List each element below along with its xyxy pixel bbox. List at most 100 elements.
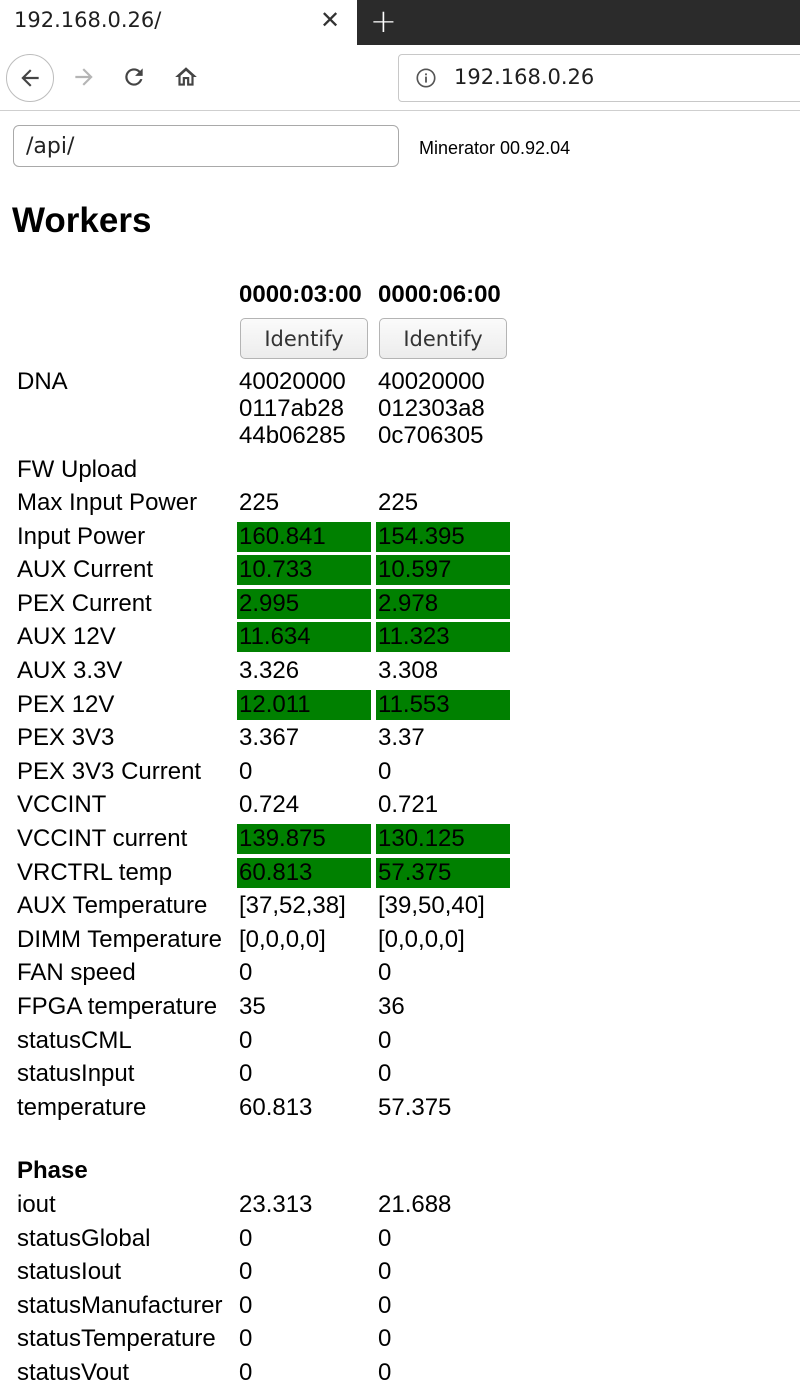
forward-button[interactable] bbox=[66, 59, 102, 95]
metric-value: 10.597 bbox=[376, 555, 510, 586]
dna-value-line: 0c706305 bbox=[378, 422, 484, 449]
metric-value: 2.995 bbox=[237, 588, 371, 619]
metric-value: [39,50,40] bbox=[378, 892, 485, 920]
metric-value: 11.553 bbox=[376, 689, 510, 720]
row-label: AUX Temperature bbox=[17, 892, 208, 920]
metric-value: [37,52,38] bbox=[239, 892, 346, 920]
row-label: AUX 3.3V bbox=[17, 657, 123, 684]
metric-value: 160.841 bbox=[237, 521, 371, 552]
metric-value: 23.313 bbox=[239, 1191, 313, 1218]
reload-icon bbox=[125, 68, 143, 86]
metric-value: 0 bbox=[239, 959, 253, 987]
dna-value-line: 40020000 bbox=[239, 368, 346, 395]
metric-value: 0.724 bbox=[239, 791, 300, 819]
metric-value: 57.375 bbox=[376, 857, 510, 888]
metric-value: 12.011 bbox=[237, 689, 371, 720]
metric-value: 3.326 bbox=[239, 657, 300, 684]
row-label: statusManufacturer bbox=[17, 1291, 223, 1319]
dna-value-line: 0117ab28 bbox=[239, 395, 344, 422]
browser-toolbar: 192.168.0.26 bbox=[0, 45, 800, 111]
metric-value: 0.721 bbox=[378, 791, 439, 819]
new-tab-icon[interactable]: + bbox=[370, 2, 397, 40]
metric-value: 0 bbox=[378, 1060, 392, 1088]
metric-value: 21.688 bbox=[378, 1191, 452, 1218]
tab-title: 192.168.0.26/ bbox=[14, 8, 162, 32]
metric-value: 3.37 bbox=[378, 724, 425, 752]
metric-value: 2.978 bbox=[376, 588, 510, 619]
row-label: statusIout bbox=[17, 1258, 122, 1286]
row-label: statusGlobal bbox=[17, 1224, 151, 1252]
dna-value-line: 40020000 bbox=[378, 368, 485, 395]
row-label: FAN speed bbox=[17, 959, 136, 987]
row-label: VCCINT current bbox=[17, 825, 188, 852]
row-label: PEX 3V3 Current bbox=[17, 757, 202, 785]
metric-value: 225 bbox=[239, 489, 280, 516]
metric-value: 3.308 bbox=[378, 657, 439, 684]
metric-value: 139.875 bbox=[237, 824, 371, 854]
browser-tab[interactable]: 192.168.0.26/ ✕ bbox=[0, 0, 357, 45]
metric-value: 0 bbox=[239, 1359, 253, 1386]
metric-value: 0 bbox=[378, 757, 392, 785]
home-icon bbox=[175, 67, 197, 86]
back-button[interactable] bbox=[6, 54, 54, 102]
metric-value: 0 bbox=[239, 1325, 253, 1353]
metric-value: 3.367 bbox=[239, 724, 300, 752]
info-icon[interactable] bbox=[415, 67, 437, 89]
api-path-input[interactable] bbox=[13, 125, 399, 167]
metric-value: 35 bbox=[239, 993, 266, 1020]
metric-value: 130.125 bbox=[376, 824, 510, 854]
row-label: DIMM Temperature bbox=[17, 925, 222, 953]
identify-button[interactable]: Identify bbox=[240, 318, 368, 359]
metric-value: 154.395 bbox=[376, 521, 510, 552]
dna-value-line: 44b06285 bbox=[239, 422, 346, 449]
metric-value: 11.323 bbox=[376, 622, 510, 653]
page-title: Workers bbox=[12, 201, 152, 240]
row-label: statusInput bbox=[17, 1060, 135, 1088]
metric-value: 60.813 bbox=[237, 857, 371, 888]
metric-value: 0 bbox=[239, 1060, 253, 1088]
metric-value: 0 bbox=[239, 1291, 253, 1319]
metric-value: 0 bbox=[378, 1291, 392, 1319]
address-url: 192.168.0.26 bbox=[454, 65, 595, 89]
metric-value: 0 bbox=[239, 1224, 253, 1252]
close-tab-icon[interactable]: ✕ bbox=[318, 6, 342, 34]
row-label: statusTemperature bbox=[17, 1325, 216, 1353]
row-label: PEX 3V3 bbox=[17, 724, 115, 752]
forward-arrow-icon bbox=[75, 68, 93, 86]
metric-value: 57.375 bbox=[378, 1093, 452, 1121]
metric-value: 60.813 bbox=[239, 1093, 313, 1121]
row-label: DNA bbox=[17, 368, 68, 395]
row-label: temperature bbox=[17, 1093, 147, 1121]
metric-value: 0 bbox=[239, 1258, 253, 1286]
metric-value: 0 bbox=[378, 1224, 392, 1252]
metric-value: 10.733 bbox=[237, 555, 371, 586]
metric-value: 0 bbox=[378, 1026, 392, 1054]
row-label: statusCML bbox=[17, 1026, 132, 1054]
row-label: Max Input Power bbox=[17, 489, 198, 516]
row-label: FW Upload bbox=[17, 456, 138, 483]
metric-value: 0 bbox=[239, 757, 253, 785]
version-label: Minerator 00.92.04 bbox=[419, 138, 571, 158]
section-title: Phase bbox=[17, 1157, 88, 1184]
metric-value: 0 bbox=[378, 1359, 392, 1386]
identify-button[interactable]: Identify bbox=[379, 318, 507, 359]
tab-strip: 192.168.0.26/ ✕ + bbox=[0, 0, 800, 45]
metric-value: [0,0,0,0] bbox=[239, 925, 326, 953]
home-button[interactable] bbox=[168, 59, 204, 95]
row-label: AUX 12V bbox=[17, 623, 116, 651]
row-label: FPGA temperature bbox=[17, 993, 218, 1020]
address-bar[interactable]: 192.168.0.26 bbox=[398, 54, 800, 102]
row-label: iout bbox=[17, 1191, 56, 1218]
row-label: PEX 12V bbox=[17, 690, 115, 718]
metric-value: 0 bbox=[378, 1325, 392, 1353]
worker-column-header: 0000:06:00 bbox=[378, 281, 501, 308]
metric-value: 0 bbox=[378, 959, 392, 987]
row-label: VRCTRL temp bbox=[17, 858, 173, 886]
row-label: AUX Current bbox=[17, 556, 154, 584]
metric-value: [0,0,0,0] bbox=[378, 925, 465, 953]
metric-value: 0 bbox=[378, 1258, 392, 1286]
metric-value: 36 bbox=[378, 993, 405, 1020]
row-label: Input Power bbox=[17, 522, 146, 550]
reload-button[interactable] bbox=[116, 59, 152, 95]
row-label: VCCINT bbox=[17, 791, 107, 819]
